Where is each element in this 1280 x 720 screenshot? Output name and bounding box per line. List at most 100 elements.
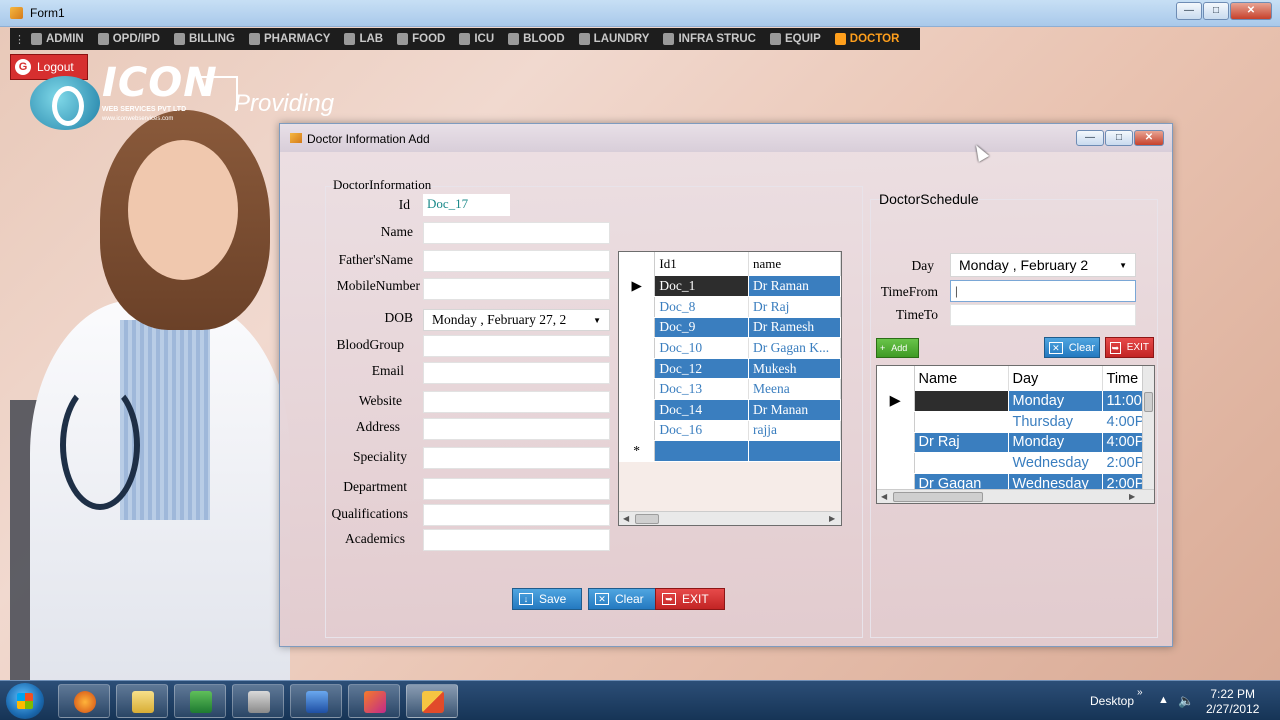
scroll-left-icon[interactable]: ◀ [881,492,887,501]
chevron-down-icon[interactable]: ▼ [1119,261,1127,270]
minimize-button[interactable]: — [1176,2,1202,20]
start-button[interactable] [6,683,44,719]
fathers-name-field[interactable] [423,250,610,272]
grid-cell[interactable]: Monday [1008,432,1103,454]
mobile-number-field[interactable] [423,278,610,300]
table-row[interactable]: Doc_10 Dr Gagan K... [619,337,841,359]
chevron-down-icon[interactable]: ▼ [593,316,601,325]
menu-equip[interactable]: EQUIP [763,28,828,50]
taskbar-excel[interactable] [174,684,226,718]
row-header[interactable] [877,411,915,433]
scroll-thumb[interactable] [893,491,983,502]
maximize-button[interactable]: □ [1203,2,1229,20]
taskbar-app[interactable] [348,684,400,718]
column-header-name[interactable]: Name [914,366,1009,391]
table-row[interactable]: Doc_13 Meena [619,378,841,401]
grid-cell[interactable]: Mukesh [748,358,841,380]
academics-field[interactable] [423,529,610,551]
grid-cell[interactable] [914,411,1009,433]
grid-cell[interactable]: Dr Ramesh [748,317,841,339]
grid-cell[interactable]: Doc_1 [654,276,750,298]
table-row[interactable]: Thursday 4:00P [877,411,1150,433]
taskbar-tools[interactable] [232,684,284,718]
speciality-field[interactable] [423,447,610,469]
row-header[interactable] [619,399,656,421]
table-row[interactable]: Doc_12 Mukesh [619,358,841,380]
column-header-id[interactable]: Id1 [654,252,750,276]
desktop-toolbar-label[interactable]: Desktop [1090,694,1134,708]
row-header[interactable] [619,317,656,339]
exit-button[interactable]: ➥ EXIT [655,588,725,610]
speaker-icon[interactable]: 🔈 [1178,693,1194,709]
time-from-field[interactable]: | [950,280,1136,302]
new-row[interactable]: * [619,440,841,462]
column-header-name[interactable]: name [748,252,841,276]
dialog-minimize-button[interactable]: — [1076,130,1104,146]
grid-cell[interactable]: Thursday [1008,411,1103,433]
menu-opd-ipd[interactable]: OPD/IPD [91,28,167,50]
table-row[interactable]: Doc_16 rajja [619,420,841,442]
close-button[interactable]: ✕ [1230,2,1272,20]
grid-cell[interactable] [654,440,750,462]
doctor-list-grid[interactable]: Id1 name ▶ Doc_1 Dr Raman Doc_8 Dr Raj D… [618,251,842,526]
menu-doctor[interactable]: DOCTOR [828,28,907,50]
menu-icu[interactable]: ICU [452,28,501,50]
table-row[interactable]: Doc_9 Dr Ramesh [619,317,841,339]
row-header[interactable] [619,420,656,442]
row-header[interactable] [619,337,656,359]
scroll-right-icon[interactable]: ▶ [1129,492,1135,501]
main-window-titlebar[interactable]: Form1 — □ ✕ [0,0,1280,27]
department-field[interactable] [423,478,610,500]
scroll-left-icon[interactable]: ◀ [623,514,629,523]
tray-clock[interactable]: 7:22 PM 2/27/2012 [1206,687,1259,717]
dob-datepicker[interactable]: Monday , February 27, 2 ▼ [423,309,610,331]
schedule-grid-vscrollbar[interactable] [1142,366,1154,490]
grid-cell[interactable]: Doc_16 [654,420,750,442]
schedule-grid[interactable]: Name Day Time ▶ Monday 11:00 Thursday 4:… [876,365,1155,504]
menu-admin[interactable]: ADMIN [24,28,91,50]
action-center-flag-icon[interactable]: ▲ [1158,694,1169,706]
grid-cell[interactable]: Doc_8 [654,296,750,318]
menu-billing[interactable]: BILLING [167,28,242,50]
grid-cell[interactable]: Dr Manan [748,399,841,421]
address-field[interactable] [423,418,610,440]
taskbar-form[interactable] [406,684,458,718]
menu-food[interactable]: FOOD [390,28,452,50]
schedule-clear-button[interactable]: ✕ Clear [1044,337,1100,358]
row-header[interactable] [619,378,656,401]
grid-cell[interactable]: Doc_13 [654,378,750,401]
grid-cell[interactable]: Dr Raj [748,296,841,318]
dialog-close-button[interactable]: ✕ [1134,130,1164,146]
menu-laundry[interactable]: LAUNDRY [572,28,657,50]
taskbar-word[interactable] [290,684,342,718]
grid-cell[interactable]: Doc_10 [654,337,750,359]
grid-cell[interactable]: Monday [1008,391,1103,413]
grid-cell[interactable]: Dr Raj [914,432,1009,454]
scroll-thumb[interactable] [1144,392,1153,412]
table-row[interactable]: Doc_14 Dr Manan [619,399,841,421]
schedule-grid-hscrollbar[interactable]: ◀ ▶ [877,489,1154,503]
table-row[interactable]: ▶ Doc_1 Dr Raman [619,276,841,298]
taskbar-explorer[interactable] [116,684,168,718]
menu-infra-struc[interactable]: INFRA STRUC [656,28,763,50]
scroll-thumb[interactable] [635,513,659,524]
add-schedule-button[interactable]: + Add [876,338,919,358]
taskbar-firefox[interactable] [58,684,110,718]
grid-cell[interactable]: Doc_9 [654,317,750,339]
grid-cell[interactable] [914,391,1009,413]
grid-cell[interactable]: Doc_12 [654,358,750,380]
row-header[interactable] [619,358,656,380]
time-to-field[interactable] [950,304,1136,326]
grid-cell[interactable]: Doc_14 [654,399,750,421]
website-field[interactable] [423,391,610,413]
day-datepicker[interactable]: Monday , February 2 ▼ [950,253,1136,277]
grid-cell[interactable] [914,452,1009,474]
row-header[interactable] [877,432,915,454]
column-header-day[interactable]: Day [1008,366,1103,391]
row-header[interactable] [877,452,915,474]
grid-cell[interactable]: Wednesday [1008,452,1103,474]
grid-cell[interactable]: Meena [748,378,841,401]
doctor-grid-hscrollbar[interactable]: ◀ ▶ [619,511,841,525]
email-field[interactable] [423,362,610,384]
grid-cell[interactable]: Dr Raman [748,276,841,298]
